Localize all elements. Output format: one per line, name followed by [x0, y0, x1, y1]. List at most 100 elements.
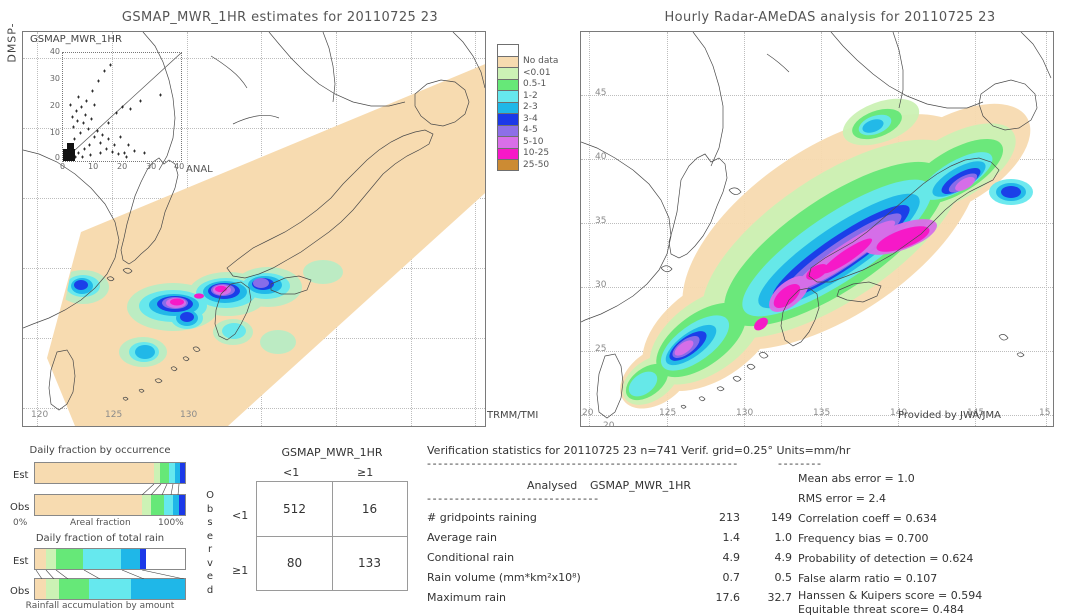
coastline-right-map	[581, 32, 1053, 426]
tot-est-segment-2	[56, 549, 83, 569]
occ-est-segment-2	[160, 463, 170, 483]
legend-row-blank	[497, 44, 519, 56]
legend-row-5[interactable]: 3-4	[497, 113, 538, 125]
stats-col-header-analysed: Analysed	[527, 479, 578, 492]
totalrain-connector-lines	[35, 570, 185, 579]
stats-header: Verification statistics for 20110725 23 …	[427, 444, 851, 457]
legend-row-7[interactable]: 5-10	[497, 136, 543, 148]
legend-swatch-blank	[497, 44, 519, 56]
stats-row-model-3: 0.5	[774, 571, 793, 584]
scatter-xtick-0: 0	[60, 162, 66, 171]
legend-row-8[interactable]: 10-25	[497, 147, 549, 159]
legend-label-8: 10-25	[523, 148, 550, 158]
contingency-cell-1-1: 133	[358, 556, 381, 570]
lon-tick-135: 135	[813, 408, 831, 418]
score-line-3: Frequency bias = 0.700	[798, 532, 929, 545]
tot-est-segment-1	[45, 549, 56, 569]
observed-letter-r: r	[207, 544, 213, 555]
tot-est-segment-5	[140, 549, 146, 569]
scatter-plot-area[interactable]: 40 30 20 10 0 0 10 20 30 40	[50, 47, 184, 171]
lat-tick-25: 25	[595, 344, 607, 354]
stats-row-name-4: Maximum rain	[427, 591, 506, 604]
legend-row-4[interactable]: 2-3	[497, 101, 538, 113]
score-line-7: Equitable threat score= 0.484	[798, 603, 964, 616]
stats-col-header-model: GSMAP_MWR_1HR	[590, 479, 692, 492]
occ-obs-segment-5	[179, 495, 185, 515]
legend-label-9: 25-50	[523, 159, 550, 170]
score-line-5: False alarm ratio = 0.107	[798, 572, 938, 585]
stats-scores-divider: --------	[778, 457, 823, 470]
legend-row-0[interactable]: No data	[497, 55, 558, 67]
stats-row-name-2: Conditional rain	[427, 551, 515, 564]
scatter-inset[interactable]: GSMAP_MWR_1HR 40 30 20 10 0 0 10 20 30 4…	[26, 34, 213, 175]
lon-tick-125-left: 125	[105, 410, 123, 420]
stats-row-analysed-3: 0.7	[722, 571, 741, 584]
stats-row-name-1: Average rain	[427, 531, 497, 544]
legend-swatch-8	[497, 147, 519, 159]
tot-obs-segment-3	[89, 579, 131, 599]
scatter-xtick-10: 10	[88, 162, 99, 171]
stats-table-divider: -------------------------------	[427, 492, 600, 505]
contingency-cell-0-1: 16	[361, 502, 378, 516]
contingency-col-header-0: <1	[283, 466, 300, 479]
score-line-6: Hanssen & Kuipers score = 0.594	[798, 589, 983, 602]
legend-swatch-9	[497, 159, 519, 171]
legend-swatch-3	[497, 90, 519, 102]
legend-label-3: 1-2	[523, 90, 538, 101]
tot-est-segment-4	[120, 549, 140, 569]
totalrain-bar-obs[interactable]	[34, 578, 186, 600]
stats-row-analysed-1: 1.4	[722, 531, 741, 544]
legend-label-0: No data	[523, 56, 559, 66]
tot-est-segment-0	[35, 549, 46, 569]
contingency-table[interactable]: 512 16 80 133	[256, 481, 408, 591]
observed-letter-e: e	[206, 530, 214, 542]
radar-amedas-map[interactable]: 45 40 35 30 25 20 20 125 130 135 140 145…	[580, 31, 1054, 427]
stats-row-analysed-0: 213	[719, 511, 740, 524]
occurrence-bar-obs[interactable]	[34, 494, 186, 516]
observed-letter-s: s	[207, 517, 213, 528]
legend-row-9[interactable]: 25-50	[497, 159, 549, 171]
stats-row-model-2: 4.9	[774, 551, 793, 564]
legend-swatch-4	[497, 101, 519, 113]
legend-row-6[interactable]: 4-5	[497, 124, 538, 136]
contingency-grid: 512 16 80 133	[256, 481, 408, 591]
totalrain-bar-est[interactable]	[34, 548, 186, 570]
stats-row-model-1: 1.0	[774, 531, 793, 544]
lat-tick-45: 45	[595, 88, 607, 98]
totalrain-row-label-obs: Obs	[10, 586, 30, 597]
sensor-label: DMSP-	[5, 22, 19, 63]
stats-row-model-0: 149	[771, 511, 792, 524]
left-map-source-label: TRMM/TMI	[487, 410, 539, 421]
stats-row-name-0: # gridpoints raining	[427, 511, 537, 524]
right-panel-title: Hourly Radar-AMeDAS analysis for 2011072…	[664, 10, 996, 25]
stats-row-analysed-4: 17.6	[715, 591, 741, 604]
tot-obs-segment-1	[45, 579, 59, 599]
occurrence-bar-est[interactable]	[34, 462, 186, 484]
lon-tick-120-left: 120	[31, 410, 49, 420]
contingency-row-header-0: <1	[232, 509, 249, 522]
legend-row-3[interactable]: 1-2	[497, 90, 538, 102]
legend-swatch-7	[497, 136, 519, 148]
occ-obs-segment-3	[164, 495, 173, 515]
score-line-1: RMS error = 2.4	[798, 492, 886, 505]
occurrence-xmin-label: 0%	[13, 518, 28, 528]
legend-swatch-1	[497, 67, 519, 79]
totalrain-chart-title: Daily fraction of total rain	[35, 533, 165, 544]
stats-row-analysed-2: 4.9	[722, 551, 741, 564]
legend-row-1[interactable]: <0.01	[497, 67, 551, 79]
right-map-provider-label: Provided by JWA/JMA	[898, 410, 1001, 421]
observed-letter-O: O	[206, 490, 214, 501]
occ-est-segment-0	[35, 463, 154, 483]
left-panel-title: GSMAP_MWR_1HR estimates for 20110725 23	[121, 10, 439, 25]
scatter-ytick-20: 20	[49, 101, 60, 110]
occurrence-row-label-est: Est	[13, 470, 29, 481]
lat-tick-35: 35	[595, 216, 607, 226]
stats-divider: ----------------------------------------…	[427, 457, 739, 470]
totalrain-xaxis-label: Rainfall accumulation by amount	[25, 601, 175, 611]
occ-obs-segment-1	[141, 495, 151, 515]
occurrence-chart-title: Daily fraction by occurrence	[29, 445, 171, 456]
lat-tick-20-bottom: 20	[603, 421, 615, 427]
legend-label-4: 2-3	[523, 102, 538, 112]
stats-row-name-3: Rain volume (mm*km²x10⁸)	[427, 571, 581, 584]
legend-row-2[interactable]: 0.5-1	[497, 78, 546, 90]
